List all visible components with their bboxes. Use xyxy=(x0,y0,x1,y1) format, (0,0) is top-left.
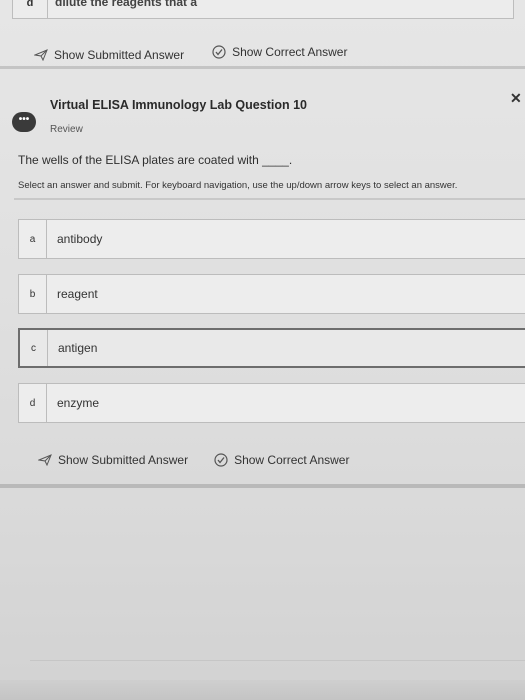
option-text: antibody xyxy=(57,232,103,246)
option-text: reagent xyxy=(57,287,98,301)
show-correct-answer-label: Show Correct Answer xyxy=(234,453,350,467)
bottom-action-row: Show Submitted Answer Show Correct Answe… xyxy=(38,453,349,467)
option-text: dilute the reagents that a xyxy=(55,0,198,9)
top-action-row: Show Submitted Answer Show Correct Answe… xyxy=(34,42,347,62)
option-letter: c xyxy=(20,330,48,366)
footer-divider xyxy=(30,660,525,661)
answer-option-d[interactable]: d enzyme xyxy=(18,383,525,423)
show-correct-answer-button[interactable]: Show Correct Answer xyxy=(212,45,347,59)
show-correct-answer-button[interactable]: Show Correct Answer xyxy=(214,453,349,467)
answer-option-c[interactable]: c antigen xyxy=(18,328,525,368)
option-letter: d xyxy=(13,0,48,18)
question-subtitle: Review xyxy=(50,124,83,135)
show-correct-answer-label: Show Correct Answer xyxy=(232,45,348,59)
close-icon[interactable]: ✕ xyxy=(510,90,522,107)
show-submitted-answer-label: Show Submitted Answer xyxy=(58,453,189,467)
instructions-divider xyxy=(14,198,525,200)
check-circle-icon xyxy=(214,453,228,467)
answer-option-b[interactable]: b reagent xyxy=(18,274,525,314)
previous-option-d[interactable]: d dilute the reagents that a xyxy=(12,0,514,19)
option-text: antigen xyxy=(58,341,98,355)
show-submitted-answer-button[interactable]: Show Submitted Answer xyxy=(38,453,188,467)
section-divider xyxy=(0,66,525,69)
option-letter: b xyxy=(19,275,47,313)
chat-bubble-icon: ••• xyxy=(12,112,36,132)
question-prompt: The wells of the ELISA plates are coated… xyxy=(18,153,293,167)
answer-option-a[interactable]: a antibody xyxy=(18,219,525,259)
option-letter: a xyxy=(19,220,47,258)
show-submitted-answer-button[interactable]: Show Submitted Answer xyxy=(34,48,184,62)
screen-bottom-edge xyxy=(0,680,525,700)
show-submitted-answer-label: Show Submitted Answer xyxy=(54,48,185,62)
question-title: Virtual ELISA Immunology Lab Question 10 xyxy=(50,98,307,112)
section-divider xyxy=(0,484,525,488)
option-text: enzyme xyxy=(57,396,100,410)
check-circle-icon xyxy=(212,45,226,59)
paper-plane-icon xyxy=(38,454,52,466)
paper-plane-icon xyxy=(34,49,48,61)
question-instructions: Select an answer and submit. For keyboar… xyxy=(18,180,458,191)
option-letter: d xyxy=(19,384,47,422)
